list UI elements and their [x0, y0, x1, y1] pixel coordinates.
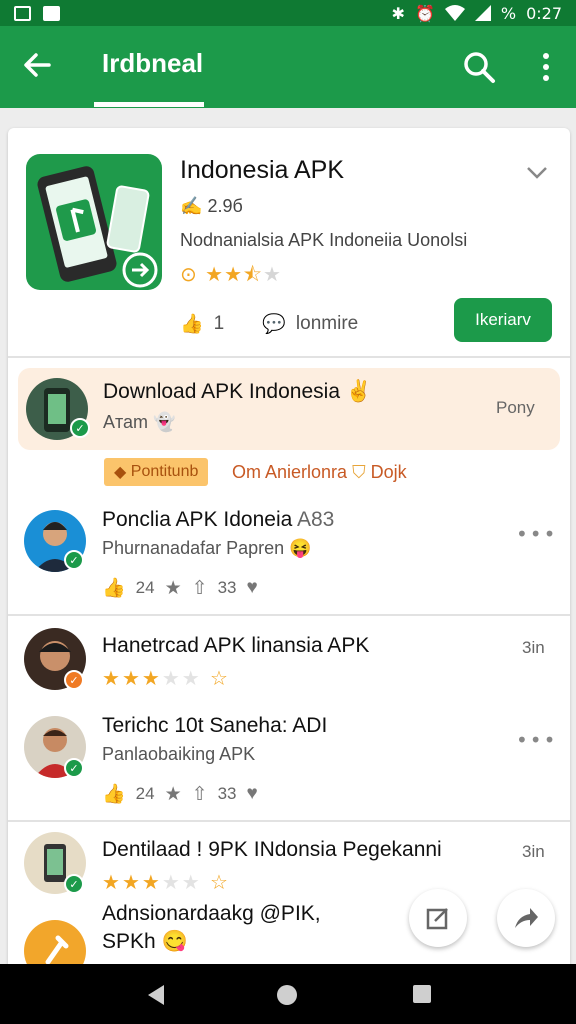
verified-badge-icon: ✓	[70, 418, 90, 438]
signal-icon	[474, 5, 491, 21]
bluetooth-icon: ✱	[391, 3, 405, 23]
list-item-title: Dentilaad ! 9PK INdonsia Pegekanni	[102, 838, 442, 861]
list-item-rating: ★★★★★ ☆	[102, 666, 230, 690]
tag-badge[interactable]: ◆ Pontitunb	[104, 458, 209, 486]
back-icon[interactable]	[146, 984, 166, 1006]
star-half-icon: ⯪	[243, 262, 263, 286]
app-detail-card: Indonesia APK ✍ 2.9б Nodnanialsia APK In…	[8, 128, 570, 998]
list-item-highlighted[interactable]: ✓ Download APK Indonesia ✌ Aтаm 👻 Pony	[18, 368, 560, 450]
star-icon: ★	[164, 783, 182, 805]
chevron-down-icon[interactable]	[526, 166, 548, 180]
divider	[8, 356, 570, 358]
back-arrow-icon[interactable]	[22, 50, 52, 80]
app-description: Nodnanialsia APK Indoneiia Uonolsi	[180, 230, 468, 250]
verified-badge-icon: ✓	[64, 758, 84, 778]
star-icon: ★	[224, 262, 243, 286]
tag-text: Om Anierlonra ⛉ Dojk	[232, 462, 407, 482]
verified-badge-icon: ✓	[64, 550, 84, 570]
notification-icon	[14, 5, 31, 21]
image-icon	[43, 5, 60, 21]
star-icon: ★	[205, 262, 225, 286]
edit-icon	[426, 908, 448, 930]
status-bar: ✱ ⏰ % 0:27	[0, 0, 576, 26]
list-item-time: 3in	[522, 842, 545, 861]
list-item-title: Ponclia APK Idoneia A83	[102, 508, 335, 531]
list-item-title: Hanetrcad APK linansia APK	[102, 634, 370, 657]
list-item-title: Adnsionardaakg @PIK,	[102, 902, 321, 925]
verified-badge-icon: ✓	[64, 670, 84, 690]
app-name: Indonesia APK	[180, 156, 345, 184]
list-item-title: Terichc 10t Saneha: ADI	[102, 714, 328, 737]
hand-icon: ✍	[180, 196, 203, 216]
comments-label[interactable]: lonmire	[296, 313, 358, 335]
share-icon: ⇧	[191, 577, 208, 599]
like-icon: 👍	[102, 578, 126, 599]
status-time: 0:27	[526, 3, 562, 23]
more-options-icon[interactable]: •••	[516, 522, 557, 546]
list-item-title-line2: SPKh 😋	[102, 930, 188, 953]
heart-icon: ♥	[246, 577, 258, 598]
list-item-subtitle: Phurnanadafar Papren 😝	[102, 538, 312, 558]
star-outline-icon: ☆	[210, 666, 230, 690]
divider	[8, 820, 570, 822]
like-count: 1	[213, 313, 225, 334]
star-icon: ★	[262, 262, 282, 286]
like-icon[interactable]: 👍	[180, 312, 204, 336]
star-icon: ★	[164, 577, 182, 599]
share-arrow-icon	[515, 908, 538, 928]
list-item-title: Download APK Indonesia ✌	[103, 380, 372, 403]
install-button[interactable]: Ikeriarv	[454, 298, 552, 342]
app-bar: Irdbneal	[0, 26, 576, 108]
recents-icon[interactable]	[412, 984, 432, 1004]
comment-icon[interactable]: 💬	[262, 312, 286, 336]
app-meta-row: 👍 1 💬 lonmire	[180, 312, 358, 336]
more-options-icon[interactable]	[540, 52, 552, 82]
tab-indicator	[94, 102, 204, 107]
heart-icon: ♥	[246, 783, 258, 804]
edit-button[interactable]	[409, 889, 467, 947]
diamond-icon: ◆	[114, 464, 127, 481]
list-item-subtitle: Aтаm 👻	[103, 412, 176, 432]
app-icon	[26, 154, 162, 290]
battery-icon: %	[500, 3, 517, 23]
navigation-bar	[0, 964, 576, 1024]
list-item-rating: ★★★★★ ☆	[102, 870, 230, 894]
verified-badge-icon: ✓	[64, 874, 84, 894]
divider	[8, 614, 570, 616]
list-item-subtitle: Panlaobaiking APK	[102, 744, 256, 764]
clock-icon: ⊙	[180, 262, 198, 286]
list-item-time: Pony	[496, 398, 535, 417]
list-item-stats: 👍 24 ★ ⇧ 33 ♥	[102, 783, 258, 805]
list-item-time: 3in	[522, 638, 545, 657]
share-icon: ⇧	[191, 783, 208, 805]
list-item-stats: 👍 24 ★ ⇧ 33 ♥	[102, 577, 258, 599]
like-icon: 👍	[102, 784, 126, 805]
pennant-icon: ⛉	[352, 462, 366, 482]
home-icon[interactable]	[276, 984, 298, 1006]
share-button[interactable]	[497, 889, 555, 947]
app-downloads: ✍ 2.9б	[180, 196, 243, 216]
app-bar-title: Irdbneal	[102, 48, 204, 78]
alarm-icon: ⏰	[414, 3, 435, 23]
app-rating: ⊙ ★★⯪★	[180, 260, 282, 294]
emoji-icon: 👻	[153, 412, 176, 432]
more-options-icon[interactable]: •••	[516, 728, 557, 752]
search-icon[interactable]	[462, 50, 496, 84]
star-outline-icon: ☆	[210, 870, 230, 894]
wifi-icon	[444, 5, 465, 21]
